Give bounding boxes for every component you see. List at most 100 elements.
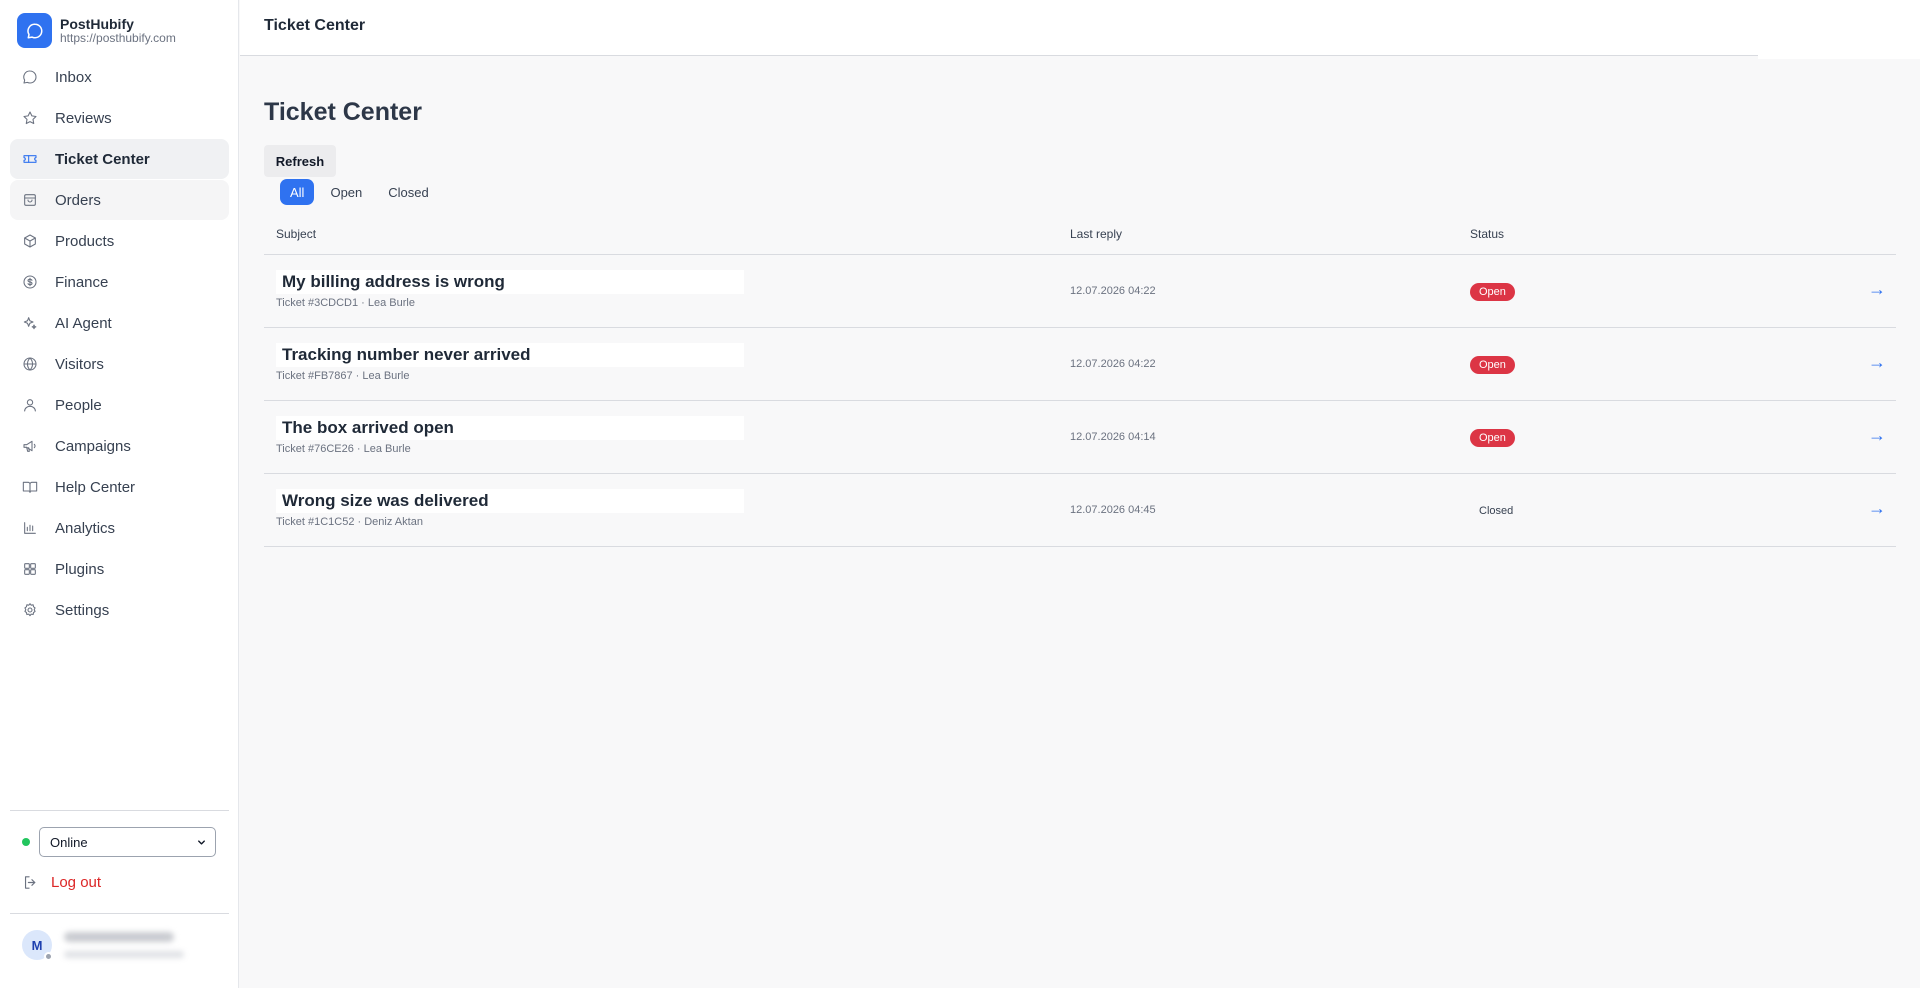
sidebar-item-label: AI Agent [55,314,112,332]
sidebar-item-help-center[interactable]: Help Center [10,467,229,507]
dollar-circle-icon [23,275,37,289]
sidebar-item-label: Analytics [55,519,116,537]
sidebar-item-label: Ticket Center [55,150,150,168]
redacted-name [64,932,174,942]
ticket-meta: Ticket #FB7867 · Lea Burle [276,370,410,382]
ticket-icon [23,155,37,163]
arrow-right-icon[interactable]: → [1868,279,1886,300]
user-profile[interactable]: M [22,930,184,961]
filter-all[interactable]: All [280,179,315,205]
ticket-subject: Tracking number never arrived [276,343,744,367]
sidebar-item-products[interactable]: Products [10,221,229,261]
sidebar-item-finance[interactable]: Finance [10,262,229,302]
sidebar-item-label: People [55,396,102,414]
sidebar-nav: Inbox Reviews Ticket Center Orders Produ… [10,57,229,631]
status-badge: Open [1470,283,1515,301]
book-open-icon [22,481,38,493]
page-title: Ticket Center [264,98,422,126]
sidebar-item-label: Visitors [55,355,104,373]
sidebar-item-reviews[interactable]: Reviews [10,98,229,138]
table-row[interactable]: My billing address is wrong Ticket #3CDC… [264,255,1896,328]
arrow-right-icon[interactable]: → [1868,352,1886,373]
table-row[interactable]: Tracking number never arrived Ticket #FB… [264,328,1896,401]
sidebar-item-label: Campaigns [55,437,131,455]
arrow-right-icon[interactable]: → [1868,425,1886,446]
sidebar-item-label: Reviews [55,109,112,127]
chevron-down-icon [198,839,205,845]
ticket-meta: Ticket #1C1C52 · Deniz Aktan [276,516,423,528]
table-row[interactable]: The box arrived open Ticket #76CE26 · Le… [264,401,1896,474]
sidebar-item-ai-agent[interactable]: AI Agent [10,303,229,343]
sidebar-item-orders[interactable]: Orders [10,180,229,220]
online-status-dot [22,838,30,846]
status-filter-tabs: All Open Closed [280,179,445,205]
filter-closed[interactable]: Closed [378,179,438,205]
sidebar-item-label: Plugins [55,560,105,578]
status-badge: Open [1470,429,1515,447]
bar-chart-icon [24,522,36,534]
star-icon [23,111,37,125]
arrow-right-icon[interactable]: → [1868,498,1886,519]
ticket-meta: Ticket #76CE26 · Lea Burle [276,443,411,455]
sidebar-item-label: Inbox [55,68,92,86]
sidebar-item-label: Settings [55,601,110,619]
header-title: Ticket Center [264,17,366,34]
table-row[interactable]: Wrong size was delivered Ticket #1C1C52 … [264,474,1896,547]
logout-label: Log out [51,874,102,891]
brand[interactable]: PostHubify https://posthubify.com [17,13,176,48]
sidebar-item-ticket-center[interactable]: Ticket Center [10,139,229,179]
ticket-last-reply: 12.07.2026 04:45 [1070,504,1156,516]
sidebar-item-inbox[interactable]: Inbox [10,57,229,97]
shopping-bag-icon [24,194,36,206]
status-select-value: Online [50,834,88,850]
user-info-redacted [64,932,184,958]
sidebar: PostHubify https://posthubify.com Inbox … [0,0,239,988]
sidebar-divider [10,810,229,811]
sidebar-item-people[interactable]: People [10,385,229,425]
avatar: M [22,930,53,961]
ticket-subject: My billing address is wrong [276,270,744,294]
table-header: Subject Last reply Status [264,220,1896,255]
column-header-status: Status [1470,227,1505,241]
sidebar-item-label: Help Center [55,478,136,496]
filter-open[interactable]: Open [320,179,372,205]
redacted-email [64,951,184,958]
refresh-button[interactable]: Refresh [264,145,336,177]
gear-icon [24,603,36,617]
logout-button[interactable]: Log out [22,874,101,891]
ticket-last-reply: 12.07.2026 04:22 [1070,285,1156,297]
chat-bubble-icon [23,70,37,84]
header-right-area [1758,0,1920,59]
grid-icon [24,563,36,575]
sidebar-item-label: Finance [55,273,109,291]
user-status-dot [44,952,53,961]
top-header: Ticket Center [240,0,1920,59]
sidebar-divider [10,913,229,914]
globe-icon [23,357,37,371]
ticket-last-reply: 12.07.2026 04:14 [1070,431,1156,443]
ticket-last-reply: 12.07.2026 04:22 [1070,358,1156,370]
status-badge: Open [1470,356,1515,374]
chat-bubble-logo-icon [17,13,52,48]
brand-name: PostHubify [60,16,134,32]
ticket-meta: Ticket #3CDCD1 · Lea Burle [276,297,415,309]
sparkles-icon [23,317,37,330]
sidebar-item-label: Orders [55,191,101,209]
ticket-subject: The box arrived open [276,416,744,440]
box-icon [24,234,36,248]
sidebar-item-campaigns[interactable]: Campaigns [10,426,229,466]
sidebar-item-plugins[interactable]: Plugins [10,549,229,589]
sidebar-item-label: Products [55,232,115,250]
status-badge: Closed [1479,505,1514,517]
column-header-last-reply: Last reply [1070,227,1123,241]
user-icon [24,399,36,412]
presence-status: Online [22,827,216,857]
status-select[interactable]: Online [39,827,216,857]
sidebar-item-visitors[interactable]: Visitors [10,344,229,384]
sidebar-item-settings[interactable]: Settings [10,590,229,630]
column-header-subject: Subject [276,227,317,241]
ticket-subject: Wrong size was delivered [276,489,744,513]
sidebar-item-analytics[interactable]: Analytics [10,508,229,548]
tickets-table: Subject Last reply Status My billing add… [264,220,1896,547]
log-out-icon [24,876,36,889]
